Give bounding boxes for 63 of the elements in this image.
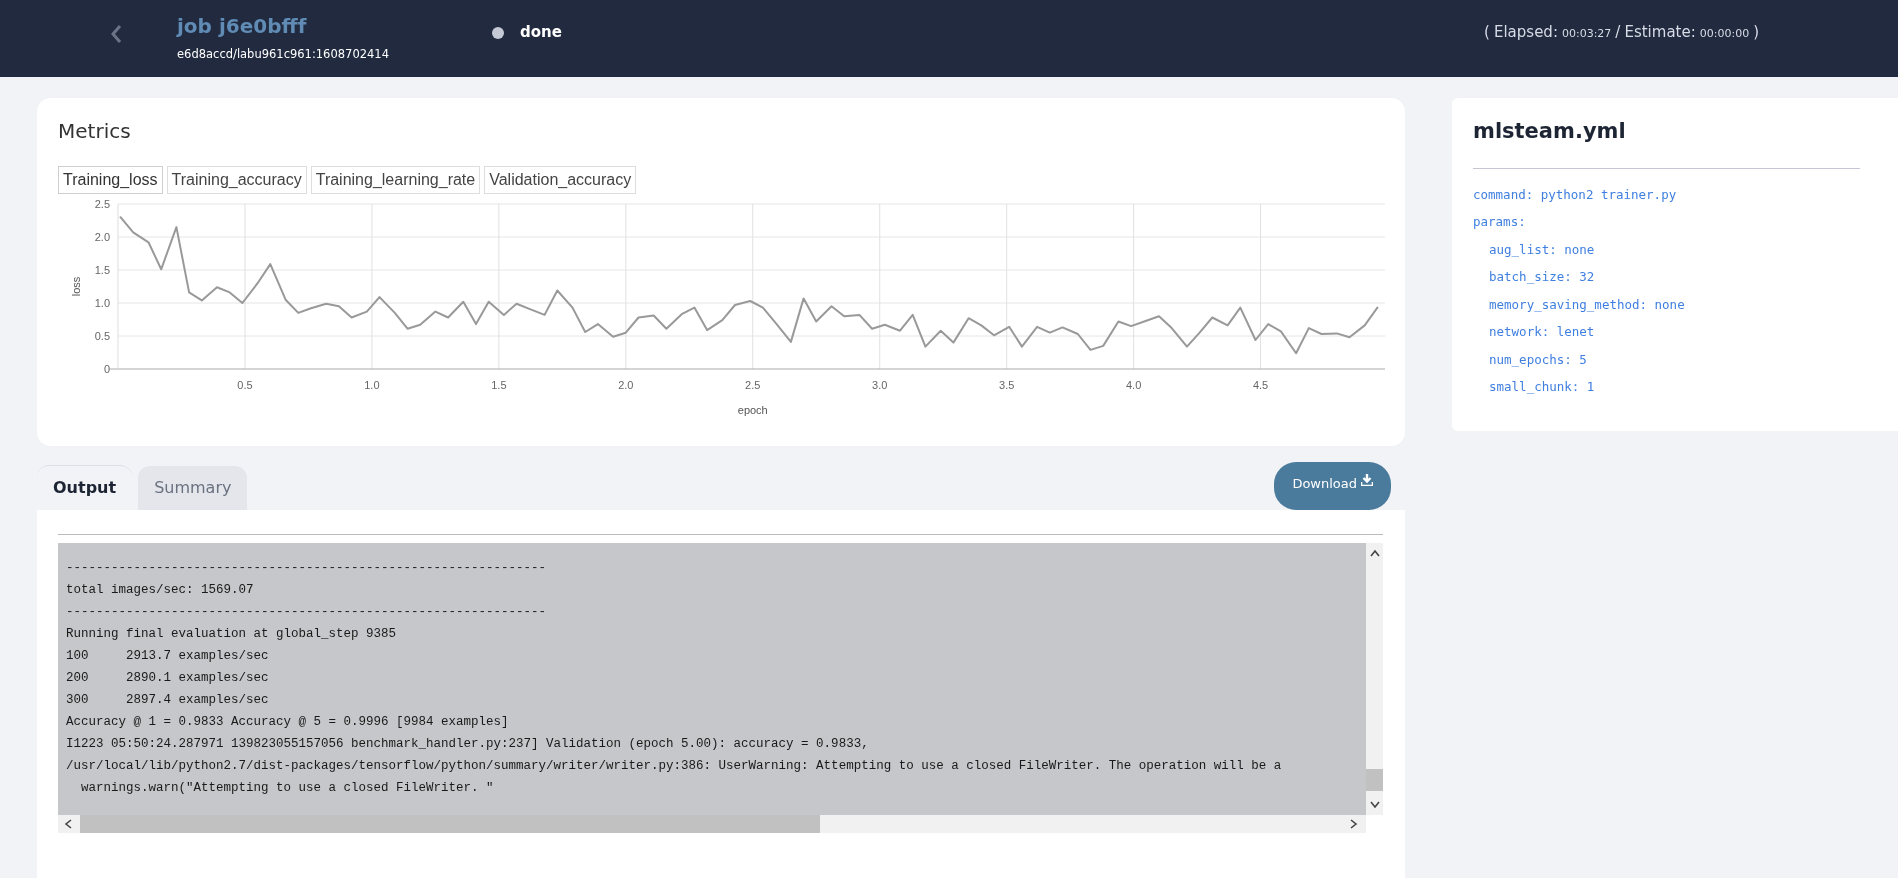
timing-label: Estimate: [1624,22,1696,44]
scrollbar-thumb[interactable] [1366,768,1383,791]
x-tick-label: 3.0 [872,379,888,391]
y-tick-label: 2.5 [94,198,110,210]
config-line: aug_list: none [1488,240,1595,259]
y-tick-label: 0 [103,363,110,375]
scroll-up-icon[interactable] [1369,548,1380,557]
paren-text: ( [1484,22,1490,44]
y-tick-label: 1.5 [94,264,110,276]
log-line: 200 2890.1 examples/sec [66,669,270,687]
x-tick-label: 4.0 [1126,379,1142,391]
log-line: ---------------------------------------------------------------- [66,559,548,577]
y-axis-title: loss [70,276,82,297]
log-line: /usr/local/lib/python2.7/dist-packages/tensorflow/python/summary/writer/writer.py:386: UserWarning: Attempting to use a closed FileWriter. The operation will be a [66,757,1283,775]
x-tick-label: 1.0 [364,379,380,391]
x-tick-label: 2.0 [618,379,634,391]
metric-tab[interactable]: Training_loss [58,166,163,194]
scroll-right-icon[interactable] [1350,818,1358,829]
y-tick-label: 0.5 [94,330,110,342]
scroll-down-icon[interactable] [1369,800,1380,809]
metric-tab[interactable]: Training_learning_rate [310,166,481,194]
status-text: done [520,22,562,44]
scroll-left-icon[interactable] [64,818,72,829]
status-dot-icon [492,26,504,39]
log-line: Running final evaluation at global_step 9385 [66,625,398,643]
download-icon [1361,474,1373,486]
config-line: batch_size: 32 [1488,268,1595,286]
config-line: command: python2 trainer.py [1473,185,1677,204]
config-line: memory_saving_method: none [1488,295,1685,314]
x-tick-label: 0.5 [237,379,253,391]
x-tick-label: 1.5 [491,379,507,391]
vertical-scrollbar[interactable] [1366,542,1383,815]
section-title: Metrics [58,118,132,145]
x-tick-label: 2.5 [745,379,761,391]
timing-label: Elapsed: [1493,22,1558,44]
download-button[interactable]: Download [1274,462,1391,510]
job-path: e6d8accd/labu961c961:1608702414 [177,45,390,63]
log-line: Accuracy @ 1 = 0.9833 Accuracy @ 5 = 0.9996 [9984 examples] [66,713,510,731]
paren-text: ) [1753,22,1759,44]
config-line: params: [1473,213,1526,231]
x-axis-title: epoch [737,404,768,416]
separator-text: / [1615,22,1621,44]
x-tick-label: 3.5 [999,379,1015,391]
y-tick-label: 1.0 [94,297,110,309]
x-tick-label: 4.5 [1252,379,1269,391]
metric-tab[interactable]: Training_accuracy [166,166,307,194]
log-line: ---------------------------------------------------------------- [66,603,548,621]
log-line: 300 2897.4 examples/sec [66,691,270,709]
file-title: mlsteam.yml [1473,118,1627,145]
config-line: small_chunk: 1 [1488,378,1595,396]
log-line: total images/sec: 1569.07 [66,581,255,599]
log-line: 100 2913.7 examples/sec [66,647,270,665]
output-tab[interactable]: Summary [138,465,248,510]
log-line: I1223 05:50:24.287971 139823055157056 benchmark_handler.py:237] Validation (epoch 5.00): accuracy = 0.9833, [66,735,870,753]
log-line: warnings.warn("Attempting to use a closed FileWriter. " [80,779,495,797]
back-chevron-icon[interactable] [110,23,122,44]
metric-tab[interactable]: Validation_accuracy [484,166,637,194]
config-line: network: lenet [1488,323,1595,341]
y-tick-label: 2.0 [94,231,110,243]
job-title: job j6e0bfff [177,13,308,38]
timing-value: 00:00:00 [1699,26,1750,43]
config-line: num_epochs: 5 [1488,350,1587,369]
timing-value: 00:03:27 [1561,26,1612,43]
